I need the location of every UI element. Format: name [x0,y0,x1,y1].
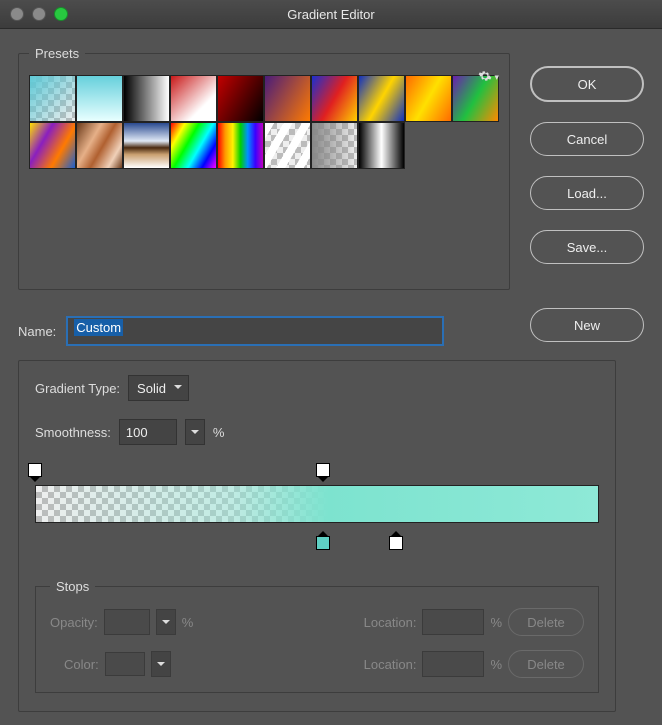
preset-swatch[interactable] [123,75,170,122]
cancel-button[interactable]: Cancel [530,122,644,156]
gradient-ramp[interactable] [35,463,599,555]
opacity-input [104,609,150,635]
stops-legend: Stops [50,579,95,594]
preset-swatch-grid [29,75,499,169]
color-stop[interactable] [389,525,403,547]
opacity-stop[interactable] [28,463,42,483]
ramp-gradient [36,486,598,522]
gradient-editor-panel: Gradient Type: Solid Smoothness: 100 % [18,360,616,712]
smoothness-unit: % [213,425,225,440]
opacity-location-label: Location: [364,615,417,630]
ok-button[interactable]: OK [530,66,644,102]
save-button[interactable]: Save... [530,230,644,264]
preset-swatch[interactable] [76,122,123,169]
gradient-type-label: Gradient Type: [35,381,120,396]
opacity-label: Opacity: [50,615,98,630]
preset-swatch[interactable] [358,122,405,169]
titlebar: Gradient Editor [0,0,662,29]
preset-swatch[interactable] [264,75,311,122]
opacity-location-unit: % [490,615,502,630]
preset-swatch[interactable] [76,75,123,122]
preset-swatch[interactable] [405,75,452,122]
gear-icon [478,69,492,86]
window-close-button[interactable] [10,7,24,21]
preset-swatch[interactable] [29,75,76,122]
color-location-label: Location: [364,657,417,672]
color-stepper [151,651,171,677]
smoothness-stepper[interactable] [185,419,205,445]
gradient-type-select[interactable]: Solid [128,375,189,401]
preset-swatch[interactable] [264,122,311,169]
gradient-type-value: Solid [137,381,166,396]
smoothness-input[interactable]: 100 [119,419,177,445]
preset-swatch[interactable] [29,122,76,169]
load-button[interactable]: Load... [530,176,644,210]
opacity-stepper [156,609,176,635]
chevron-down-icon: ▾ [494,72,499,83]
preset-swatch[interactable] [311,122,358,169]
preset-swatch[interactable] [170,75,217,122]
opacity-delete-button: Delete [508,608,584,636]
color-delete-button: Delete [508,650,584,678]
smoothness-label: Smoothness: [35,425,111,440]
color-location-input [422,651,484,677]
opacity-unit: % [182,615,194,630]
color-well [105,652,145,676]
preset-swatch[interactable] [217,75,264,122]
new-button[interactable]: New [530,308,644,342]
name-label: Name: [18,324,56,339]
color-stop[interactable] [316,525,330,547]
preset-swatch[interactable] [170,122,217,169]
color-location-unit: % [490,657,502,672]
smoothness-value: 100 [126,425,148,440]
opacity-stop[interactable] [316,463,330,483]
name-input-value: Custom [74,319,123,336]
stops-panel: Stops Opacity: % Location: % Delete Colo… [35,579,599,693]
preset-swatch[interactable] [358,75,405,122]
opacity-location-input [422,609,484,635]
gradient-editor-window: Gradient Editor Presets ▾ Name: Custom [0,0,662,725]
presets-menu-button[interactable]: ▾ [478,69,499,86]
window-title: Gradient Editor [0,7,662,22]
preset-swatch[interactable] [123,122,170,169]
preset-swatch[interactable] [311,75,358,122]
presets-panel: Presets ▾ [18,46,510,290]
preset-swatch[interactable] [217,122,264,169]
name-input[interactable]: Custom [66,316,444,346]
window-zoom-button[interactable] [54,7,68,21]
presets-legend: Presets [29,46,85,61]
color-label: Color: [64,657,99,672]
window-minimize-button[interactable] [32,7,46,21]
